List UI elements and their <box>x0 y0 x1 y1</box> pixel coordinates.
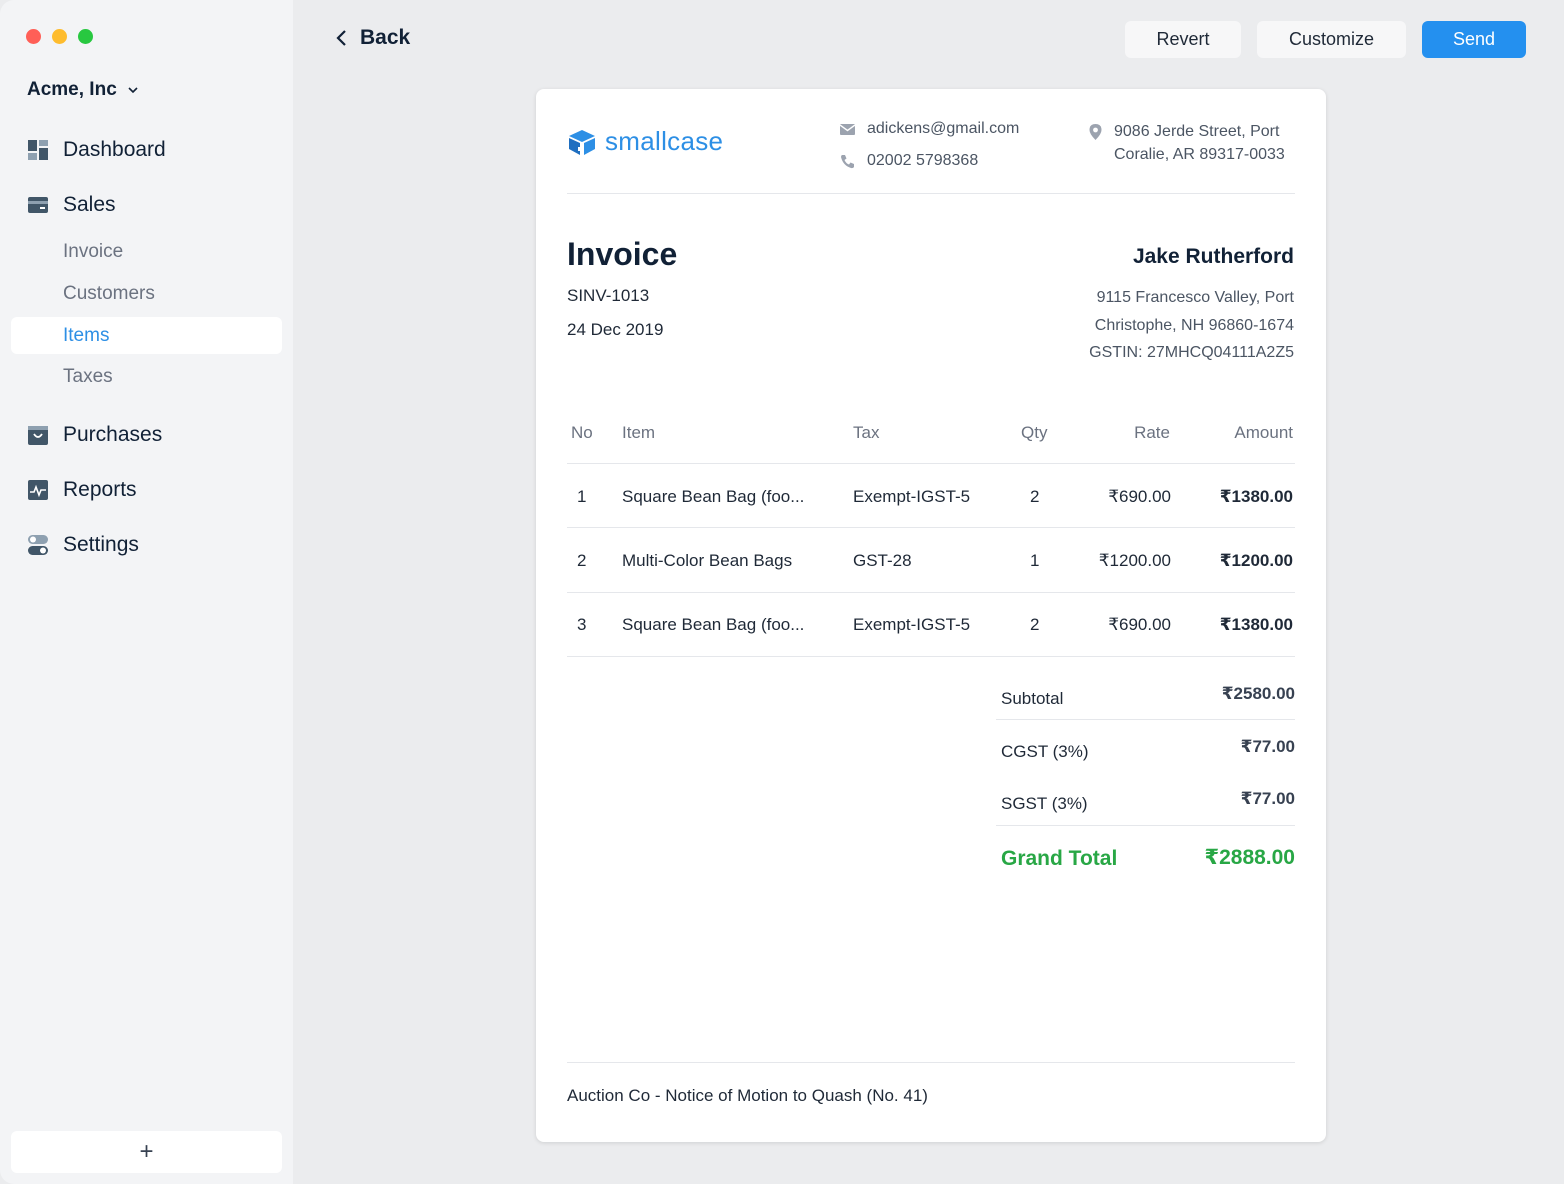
location-pin-icon <box>1089 124 1102 140</box>
sidebar-item-settings[interactable]: Settings <box>27 533 139 557</box>
sidebar-item-label: Settings <box>63 533 139 556</box>
company-switcher[interactable]: Acme, Inc <box>27 79 139 101</box>
row-3-amount: ₹1380.00 <box>1219 615 1293 634</box>
sidebar-subitem-items[interactable]: Items <box>63 325 109 347</box>
chevron-down-icon <box>128 87 138 94</box>
row-2-tax: GST-28 <box>853 551 912 570</box>
phone-text: 02002 5798368 <box>867 152 979 169</box>
sgst-value: ₹77.00 <box>1240 789 1295 808</box>
sidebar-item-sales[interactable]: Sales <box>27 193 116 217</box>
company-name: Acme, Inc <box>27 79 117 100</box>
back-button[interactable]: Back <box>334 26 410 50</box>
row-3-rate: ₹690.00 <box>1108 615 1171 634</box>
sidebar-item-purchases[interactable]: Purchases <box>27 423 162 447</box>
sidebar-item-label: Dashboard <box>63 138 166 161</box>
customer-gstin: GSTIN: 27MHCQ04111A2Z5 <box>1089 344 1294 361</box>
row-1-tax: Exempt-IGST-5 <box>853 487 971 506</box>
sidebar-item-dashboard[interactable]: Dashboard <box>27 138 166 162</box>
row-3-item: Square Bean Bag (foo... <box>622 615 805 634</box>
sidebar: Acme, Inc Dashboard Sales Invoice Custom… <box>0 0 293 1184</box>
row-1-rate: ₹690.00 <box>1108 487 1171 506</box>
active-item-highlight <box>11 317 282 354</box>
sidebar-item-label: Sales <box>63 193 116 216</box>
sales-card-icon <box>28 197 48 213</box>
brand-name: smallcase <box>605 126 724 156</box>
customer-address-line-2: Christophe, NH 96860-1674 <box>1094 317 1294 334</box>
settings-toggle-icon <box>28 535 48 555</box>
row-2-qty: 1 <box>1030 551 1040 570</box>
sidebar-subitem-customers[interactable]: Customers <box>63 283 155 305</box>
sidebar-item-label: Purchases <box>63 423 163 446</box>
chevron-left-icon <box>336 30 346 46</box>
send-button[interactable]: Send <box>1422 21 1526 58</box>
row-2-amount: ₹1200.00 <box>1219 551 1293 570</box>
customer-name: Jake Rutherford <box>1132 245 1294 268</box>
phone-icon <box>841 154 854 168</box>
column-header-no: No <box>571 423 593 442</box>
table-header-divider <box>567 463 1295 464</box>
totals-divider <box>996 825 1295 826</box>
invoice-preview: smallcase adickens@gmail.com 02002 57983… <box>536 89 1326 1142</box>
zoom-window-button[interactable] <box>78 29 93 44</box>
sidebar-subitem-invoice[interactable]: Invoice <box>63 241 123 263</box>
customize-button[interactable]: Customize <box>1257 21 1406 58</box>
footer-note: Auction Co - Notice of Motion to Quash (… <box>567 1086 928 1105</box>
subtotal-value: ₹2580.00 <box>1221 684 1295 703</box>
sidebar-subitem-taxes[interactable]: Taxes <box>63 366 113 388</box>
row-3-no: 3 <box>577 615 587 634</box>
row-divider <box>567 592 1295 593</box>
company-email: adickens@gmail.com <box>839 120 1019 138</box>
row-2-no: 2 <box>577 551 587 570</box>
close-window-button[interactable] <box>26 29 41 44</box>
sgst-label: SGST (3%) <box>1001 794 1088 813</box>
column-header-item: Item <box>622 423 656 442</box>
row-2-rate: ₹1200.00 <box>1098 551 1171 570</box>
email-text: adickens@gmail.com <box>867 120 1020 137</box>
smallcase-logo-icon <box>569 129 595 155</box>
purchases-bag-icon <box>28 426 48 445</box>
reports-chart-icon <box>28 480 48 500</box>
company-address: 9086 Jerde Street, Port Coralie, AR 8931… <box>1088 120 1285 166</box>
footer-divider <box>567 1062 1295 1063</box>
address-line-2: Coralie, AR 89317-0033 <box>1114 146 1285 163</box>
row-3-qty: 2 <box>1030 615 1040 634</box>
row-1-qty: 2 <box>1030 487 1040 506</box>
brand-logo: smallcase <box>567 126 723 157</box>
column-header-amount: Amount <box>1234 423 1293 442</box>
invoice-number: SINV-1013 <box>567 286 650 305</box>
customer-address-line-1: 9115 Francesco Valley, Port <box>1096 289 1294 306</box>
column-header-qty: Qty <box>1021 423 1048 442</box>
app-window: Acme, Inc Dashboard Sales Invoice Custom… <box>0 0 1564 1184</box>
cgst-value: ₹77.00 <box>1240 737 1295 756</box>
row-1-item: Square Bean Bag (foo... <box>622 487 805 506</box>
invoice-title: Invoice <box>567 236 678 272</box>
table-bottom-divider <box>567 656 1295 657</box>
sidebar-item-label: Reports <box>63 478 137 501</box>
dashboard-icon <box>28 140 48 160</box>
sidebar-item-reports[interactable]: Reports <box>27 478 137 502</box>
row-1-amount: ₹1380.00 <box>1219 487 1293 506</box>
column-header-rate: Rate <box>1134 423 1170 442</box>
subtotal-label: Subtotal <box>1001 689 1064 708</box>
row-1-no: 1 <box>577 487 587 506</box>
back-label: Back <box>360 26 411 49</box>
row-3-tax: Exempt-IGST-5 <box>853 615 971 634</box>
minimize-window-button[interactable] <box>52 29 67 44</box>
window-controls <box>26 29 93 44</box>
address-line-1: 9086 Jerde Street, Port <box>1114 123 1280 140</box>
invoice-date: 24 Dec 2019 <box>567 320 664 339</box>
mail-icon <box>839 123 856 135</box>
totals-divider <box>996 719 1295 720</box>
column-header-tax: Tax <box>853 423 880 442</box>
grand-total-label: Grand Total <box>1001 847 1118 870</box>
header-divider <box>567 193 1295 194</box>
row-2-item: Multi-Color Bean Bags <box>622 551 793 570</box>
cgst-label: CGST (3%) <box>1001 742 1089 761</box>
company-phone: 02002 5798368 <box>839 152 978 170</box>
add-button[interactable]: + <box>11 1131 282 1173</box>
row-divider <box>567 527 1295 528</box>
grand-total-value: ₹2888.00 <box>1204 846 1295 869</box>
revert-button[interactable]: Revert <box>1125 21 1241 58</box>
